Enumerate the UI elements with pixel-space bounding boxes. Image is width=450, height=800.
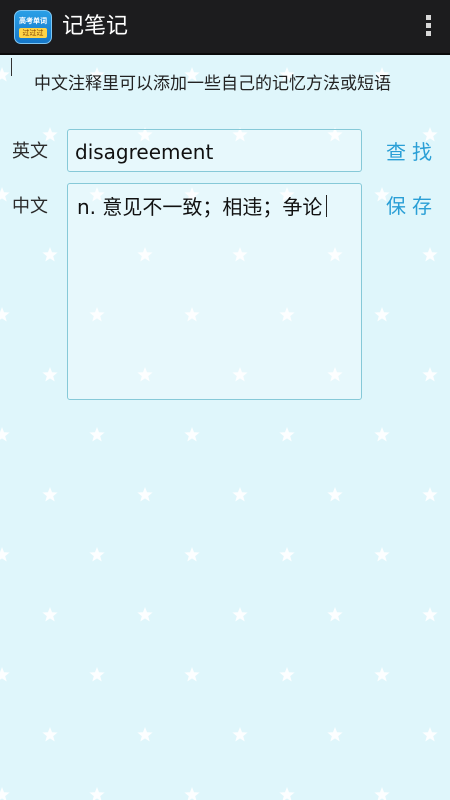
star-decoration	[279, 427, 295, 442]
star-decoration	[137, 487, 153, 502]
star-decoration	[374, 427, 390, 442]
star-decoration	[374, 787, 390, 800]
star-decoration	[279, 547, 295, 562]
search-button[interactable]: 查找	[386, 139, 438, 165]
star-decoration	[422, 367, 438, 382]
star-decoration	[137, 607, 153, 622]
star-decoration	[184, 667, 200, 682]
star-decoration	[89, 427, 105, 442]
star-decoration	[42, 727, 58, 742]
star-decoration	[89, 547, 105, 562]
star-decoration	[232, 487, 248, 502]
chinese-label: 中文	[12, 196, 48, 217]
star-decoration	[137, 727, 153, 742]
star-decoration	[374, 667, 390, 682]
chinese-text: n. 意见不一致；相违；争论	[77, 195, 323, 219]
star-decoration	[422, 247, 438, 262]
star-decoration	[0, 547, 10, 562]
star-decoration	[374, 547, 390, 562]
app-logo-icon[interactable]: 高考单词 过过过	[14, 10, 52, 44]
star-decoration	[422, 607, 438, 622]
star-decoration	[232, 607, 248, 622]
text-caret	[326, 195, 328, 217]
app-logo-line2: 过过过	[19, 28, 47, 38]
star-decoration	[42, 487, 58, 502]
star-decoration	[232, 727, 248, 742]
star-decoration	[42, 607, 58, 622]
star-decoration	[184, 427, 200, 442]
star-decoration	[0, 667, 10, 682]
star-decoration	[279, 667, 295, 682]
star-decoration	[327, 727, 343, 742]
page-title: 记笔记	[62, 14, 129, 39]
overflow-menu-icon[interactable]	[422, 15, 434, 41]
english-label: 英文	[12, 141, 48, 162]
star-decoration	[42, 367, 58, 382]
star-decoration	[42, 247, 58, 262]
star-decoration	[89, 787, 105, 800]
star-decoration	[184, 547, 200, 562]
action-bar: 高考单词 过过过 记笔记	[0, 0, 450, 55]
english-input[interactable]: disagreement	[67, 129, 362, 172]
star-decoration	[89, 667, 105, 682]
app-logo-line1: 高考单词	[19, 17, 47, 25]
star-decoration	[0, 187, 10, 202]
star-decoration	[0, 427, 10, 442]
star-decoration	[184, 787, 200, 800]
save-button[interactable]: 保存	[386, 193, 438, 219]
star-decoration	[327, 487, 343, 502]
star-decoration	[279, 787, 295, 800]
star-decoration	[374, 307, 390, 322]
star-decoration	[422, 727, 438, 742]
star-decoration	[0, 787, 10, 800]
star-decoration	[0, 307, 10, 322]
chinese-textarea[interactable]: n. 意见不一致；相违；争论	[67, 183, 362, 400]
hint-text: 中文注释里可以添加一些自己的记忆方法或短语	[34, 74, 391, 94]
star-decoration	[0, 67, 10, 82]
star-decoration	[327, 607, 343, 622]
star-decoration	[422, 487, 438, 502]
